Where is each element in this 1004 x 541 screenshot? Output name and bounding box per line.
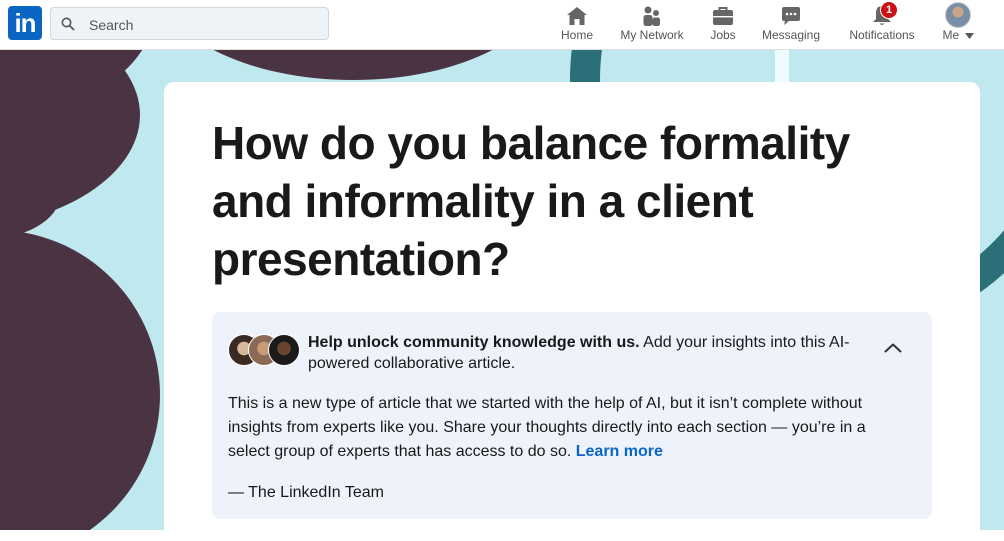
help-unlock-heading: Help unlock community knowledge with us.	[308, 334, 640, 351]
info-body-text: This is a new type of article that we st…	[228, 395, 866, 460]
info-body: This is a new type of article that we st…	[228, 392, 908, 464]
help-unlock-text: Help unlock community knowledge with us.…	[308, 332, 868, 374]
chevron-up-icon[interactable]	[884, 342, 902, 353]
nav-messaging[interactable]: Messaging	[756, 0, 826, 49]
network-icon	[643, 6, 660, 26]
home-icon	[567, 7, 587, 25]
decorative-blob	[0, 230, 160, 530]
article-title: How do you balance formality and informa…	[212, 117, 850, 285]
nav-notifications-label: Notifications	[849, 28, 915, 42]
nav-messaging-label: Messaging	[761, 28, 821, 42]
nav-jobs[interactable]: Jobs	[704, 0, 742, 49]
messaging-icon	[782, 7, 800, 25]
linkedin-logo[interactable]: in	[8, 6, 42, 40]
learn-more-link[interactable]: Learn more	[576, 443, 663, 460]
nav-me-label: Me	[936, 28, 980, 42]
decorative-blob	[158, 50, 548, 80]
nav-home-label: Home	[560, 28, 593, 42]
search-input[interactable]	[87, 12, 321, 37]
nav-me[interactable]: Me	[936, 0, 980, 49]
team-signature: — The LinkedIn Team	[228, 484, 384, 501]
search-icon	[61, 17, 75, 31]
nav-my-network-label: My Network	[620, 28, 684, 42]
notification-count-badge: 1	[880, 1, 898, 19]
article-card: How do you balance formality and informa…	[164, 82, 980, 541]
nav-my-network[interactable]: My Network	[614, 0, 690, 49]
top-navigation-bar: in Home My Network Jobs	[0, 0, 1004, 50]
contributor-avatars	[228, 334, 302, 366]
avatar	[268, 334, 300, 366]
nav-home[interactable]: Home	[556, 0, 598, 49]
avatar	[945, 2, 971, 28]
nav-jobs-label: Jobs	[710, 28, 736, 42]
nav-notifications[interactable]: 1 Notifications	[842, 0, 922, 49]
briefcase-icon	[713, 7, 733, 25]
chevron-down-icon	[964, 32, 974, 39]
search-box[interactable]	[50, 7, 329, 40]
collaborative-info-box: Help unlock community knowledge with us.…	[212, 312, 932, 519]
